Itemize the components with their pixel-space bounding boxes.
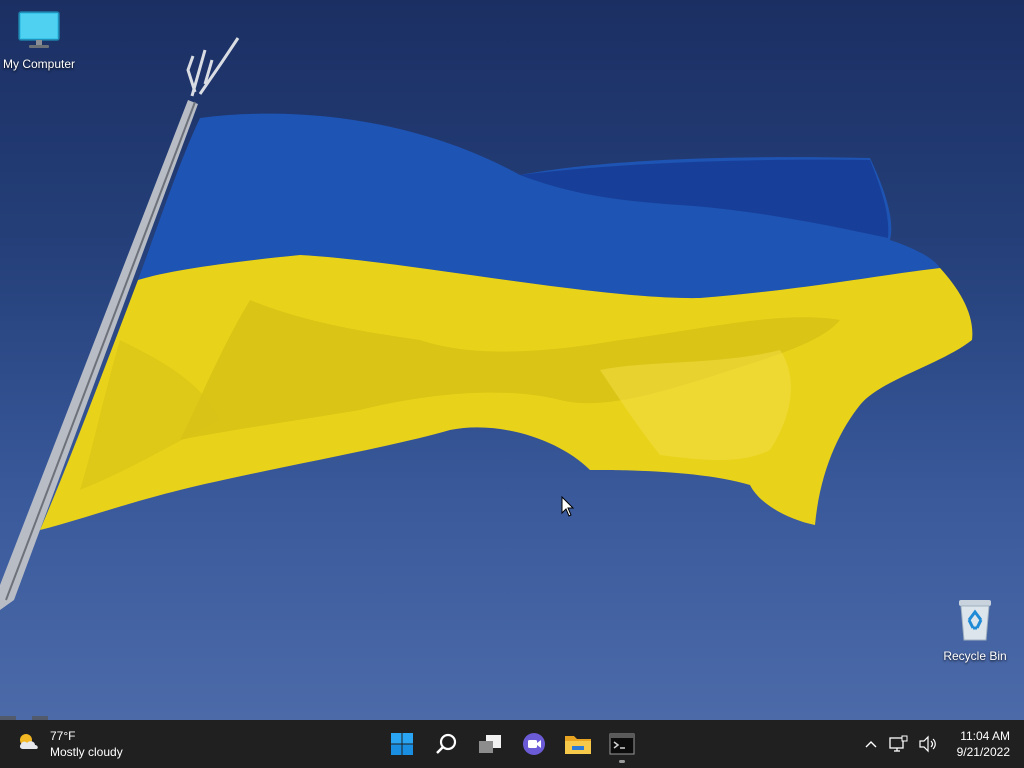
partly-cloudy-icon (16, 731, 42, 758)
folder-icon (565, 736, 591, 754)
weather-temperature: 77°F (50, 729, 76, 743)
clock-date: 9/21/2022 (956, 745, 1010, 759)
windows-logo-icon (391, 733, 413, 755)
taskbar: 77°F Mostly cloudy 11:04 AM 9/21/2022 (0, 720, 1024, 768)
desktop[interactable]: My Computer Recycle Bin (0, 0, 1024, 720)
desktop-icon-label: Recycle Bin (943, 649, 1007, 663)
desktop-icon-recycle-bin[interactable]: Recycle Bin (935, 598, 1015, 663)
task-view-icon (479, 735, 501, 753)
terminal-icon (609, 733, 635, 755)
teams-chat-icon (523, 733, 545, 755)
weather-widget[interactable]: 77°F Mostly cloudy (16, 728, 123, 760)
terminal-button[interactable] (602, 724, 642, 764)
start-button[interactable] (382, 724, 422, 764)
monitor-icon (0, 10, 79, 53)
speaker-icon[interactable] (918, 735, 938, 753)
desktop-icon-label: My Computer (2, 57, 76, 71)
search-button[interactable] (426, 724, 466, 764)
search-icon (436, 733, 457, 754)
wallpaper-ukraine-flag (0, 37, 973, 610)
chevron-up-icon[interactable] (864, 739, 878, 749)
taskbar-pinned-apps (380, 724, 644, 764)
clock-time: 11:04 AM (960, 729, 1010, 743)
clock[interactable]: 11:04 AM 9/21/2022 (957, 728, 1010, 760)
desktop-icon-my-computer[interactable]: My Computer (0, 10, 79, 71)
chat-button[interactable] (514, 724, 554, 764)
weather-condition: Mostly cloudy (50, 745, 123, 759)
recycle-bin-icon (935, 598, 1015, 645)
network-icon[interactable] (888, 735, 908, 753)
mouse-cursor-icon (561, 496, 575, 517)
system-tray: 11:04 AM 9/21/2022 (859, 728, 1010, 760)
file-explorer-button[interactable] (558, 724, 598, 764)
task-view-button[interactable] (470, 724, 510, 764)
